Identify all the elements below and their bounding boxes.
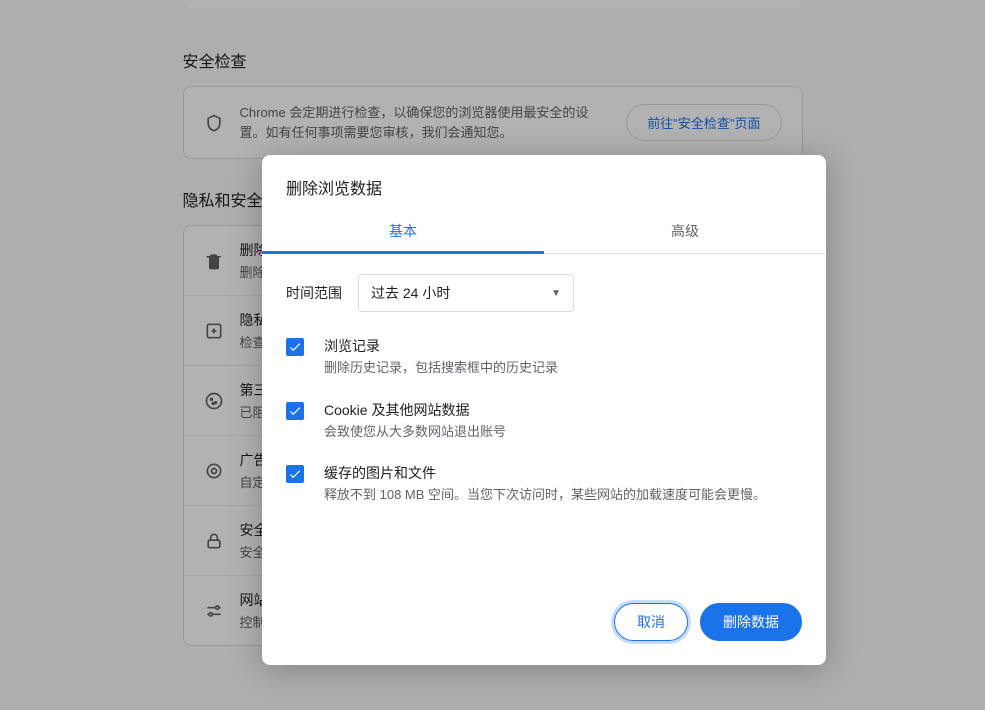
option-cache: 缓存的图片和文件 释放不到 108 MB 空间。当您下次访问时，某些网站的加载速… [286,463,802,505]
checkbox-cookies[interactable] [286,402,304,420]
option-cookies: Cookie 及其他网站数据 会致使您从大多数网站退出账号 [286,400,802,442]
tab-basic[interactable]: 基本 [262,211,544,253]
dropdown-arrow-icon: ▼ [551,288,561,299]
option-title: 缓存的图片和文件 [324,463,766,483]
dialog-tabs: 基本 高级 [262,211,826,254]
option-title: 浏览记录 [324,336,558,356]
option-title: Cookie 及其他网站数据 [324,400,506,420]
option-sub: 会致使您从大多数网站退出账号 [324,422,506,442]
time-range-label: 时间范围 [286,283,342,303]
option-sub: 释放不到 108 MB 空间。当您下次访问时，某些网站的加载速度可能会更慢。 [324,485,766,505]
time-range-select[interactable]: 过去 24 小时 ▼ [358,274,574,312]
option-browsing-history: 浏览记录 删除历史记录，包括搜索框中的历史记录 [286,336,802,378]
checkbox-cache[interactable] [286,465,304,483]
dialog-title: 删除浏览数据 [262,155,826,211]
delete-data-button[interactable]: 删除数据 [700,603,802,641]
tab-advanced[interactable]: 高级 [544,211,826,253]
time-range-value: 过去 24 小时 [371,283,450,303]
option-sub: 删除历史记录，包括搜索框中的历史记录 [324,358,558,378]
checkbox-browsing-history[interactable] [286,338,304,356]
cancel-button[interactable]: 取消 [614,603,688,641]
time-range-row: 时间范围 过去 24 小时 ▼ [286,274,802,312]
clear-browsing-data-dialog: 删除浏览数据 基本 高级 时间范围 过去 24 小时 ▼ 浏览记录 删除历史记录… [262,155,826,665]
